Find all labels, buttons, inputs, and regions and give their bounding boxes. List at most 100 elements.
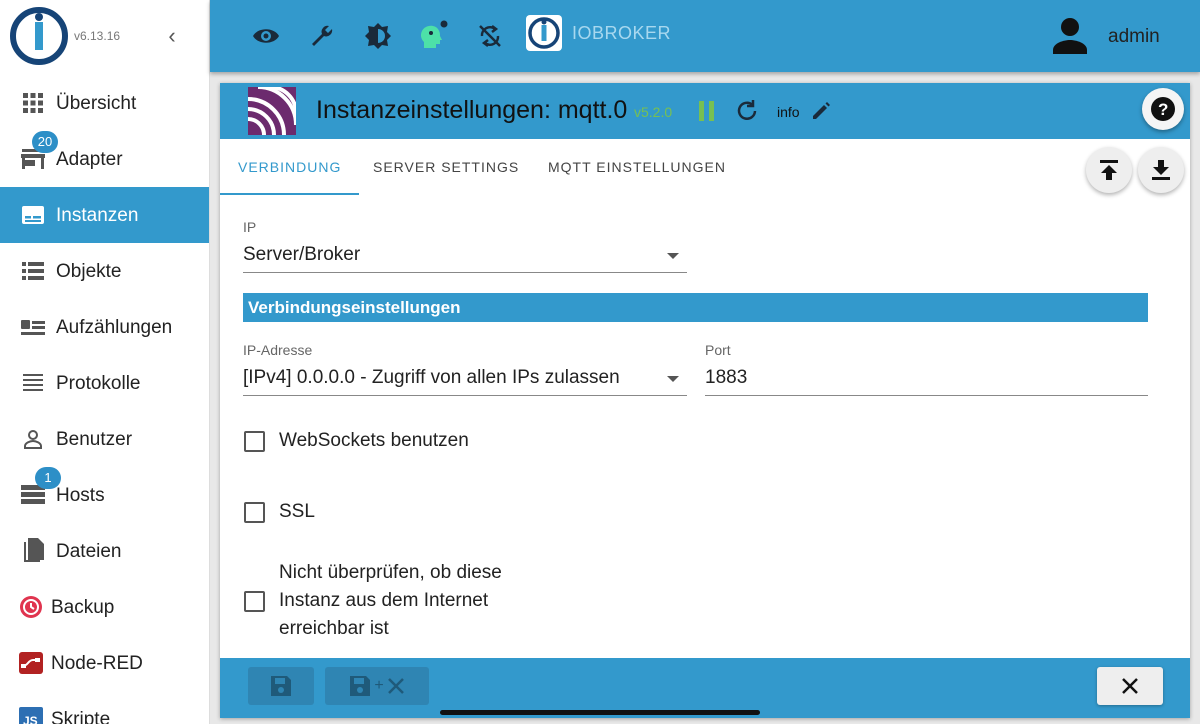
ip-address-label: IP-Adresse	[243, 342, 313, 358]
log-icon	[20, 371, 46, 395]
instance-settings-dialog: Instanzeinstellungen: mqtt.0 v5.2.0 info…	[220, 83, 1190, 718]
section-header: Verbindungseinstellungen	[243, 293, 1148, 322]
tab-mqtt-einstellungen[interactable]: MQTT EINSTELLUNGEN	[530, 139, 744, 195]
sidebar-item-label: Dateien	[56, 541, 122, 562]
info-label: info	[777, 104, 800, 120]
sidebar-item-label: Skripte	[51, 709, 111, 724]
user-icon	[20, 427, 46, 451]
sidebar: v6.13.16 ‹ Übersicht 20 Adapter Instanze…	[0, 0, 210, 724]
ip-address-value: [IPv4] 0.0.0.0 - Zugriff von allen IPs z…	[243, 367, 620, 388]
sidebar-item-adapter[interactable]: 20 Adapter	[0, 131, 209, 187]
ssl-label: SSL	[279, 501, 315, 522]
no-internet-check-label-line1: Nicht überprüfen, ob diese	[279, 562, 502, 583]
tab-verbindung[interactable]: VERBINDUNG	[220, 139, 360, 195]
no-internet-check-checkbox[interactable]	[244, 591, 265, 612]
user-avatar-icon[interactable]	[1050, 16, 1090, 56]
sidebar-item-label: Backup	[51, 597, 115, 618]
eye-icon[interactable]	[250, 20, 282, 52]
ip-type-select[interactable]: Server/Broker	[243, 239, 687, 273]
save-icon	[271, 676, 291, 696]
iobroker-logo-small	[526, 15, 562, 51]
tab-server-settings[interactable]: SERVER SETTINGS	[355, 139, 537, 195]
sidebar-item-label: Objekte	[56, 261, 122, 282]
sync-off-icon[interactable]	[474, 20, 506, 52]
sidebar-item-label: Protokolle	[56, 373, 141, 394]
sidebar-item-label: Aufzählungen	[56, 317, 173, 338]
upload-icon	[1100, 160, 1118, 180]
edit-pencil-icon[interactable]	[810, 100, 832, 122]
help-question-icon: ?	[1151, 97, 1175, 121]
dropdown-arrow-icon	[667, 253, 679, 259]
enums-icon	[20, 315, 46, 339]
sidebar-item-aufzaehlungen[interactable]: Aufzählungen	[0, 299, 209, 355]
user-name[interactable]: admin	[1108, 26, 1160, 48]
collapse-sidebar-chevron-icon[interactable]: ‹	[160, 22, 184, 50]
port-label: Port	[705, 342, 731, 358]
help-button[interactable]: ?	[1142, 88, 1184, 130]
save-button[interactable]	[248, 667, 314, 705]
sidebar-item-uebersicht[interactable]: Übersicht	[0, 75, 209, 131]
sidebar-header: v6.13.16 ‹	[0, 0, 209, 72]
adapter-version: v5.2.0	[634, 104, 673, 120]
node-red-icon	[18, 651, 44, 675]
sidebar-item-benutzer[interactable]: Benutzer	[0, 411, 209, 467]
plus-icon: +	[374, 677, 384, 694]
ip-address-select[interactable]: [IPv4] 0.0.0.0 - Zugriff von allen IPs z…	[243, 362, 687, 396]
dialog-title: Instanzeinstellungen: mqtt.0	[316, 96, 628, 124]
mqtt-adapter-logo	[248, 87, 296, 135]
download-icon	[1152, 160, 1170, 180]
sidebar-item-dateien[interactable]: Dateien	[0, 523, 209, 579]
files-icon	[20, 538, 46, 563]
sidebar-item-label: Benutzer	[56, 429, 133, 450]
home-indicator-bar	[440, 710, 760, 715]
adapter-update-badge: 20	[32, 131, 58, 153]
close-button[interactable]	[1097, 667, 1163, 705]
dialog-header: Instanzeinstellungen: mqtt.0 v5.2.0 info…	[220, 83, 1190, 139]
save-icon	[350, 676, 371, 696]
close-icon	[387, 678, 404, 694]
sidebar-item-hosts[interactable]: 1 Hosts	[0, 467, 209, 523]
expert-mode-icon[interactable]	[418, 20, 450, 52]
grid-icon	[20, 91, 46, 115]
sidebar-item-protokolle[interactable]: Protokolle	[0, 355, 209, 411]
ip-type-label: IP	[243, 219, 257, 235]
port-input[interactable]: 1883	[705, 362, 1148, 396]
svg-text:JS: JS	[23, 714, 38, 724]
pause-icon[interactable]	[696, 99, 718, 123]
sidebar-item-instanzen[interactable]: Instanzen	[0, 187, 209, 243]
close-icon	[1122, 678, 1138, 694]
sidebar-item-skripte[interactable]: JS Skripte	[0, 691, 209, 724]
dialog-footer: +	[220, 658, 1190, 718]
theme-icon[interactable]	[362, 20, 394, 52]
sidebar-item-label: Instanzen	[56, 205, 139, 226]
no-internet-check-label-line2: Instanz aus dem Internet	[279, 590, 489, 611]
websockets-label: WebSockets benutzen	[279, 430, 469, 451]
port-value: 1883	[705, 367, 748, 388]
sidebar-item-label: Übersicht	[56, 93, 137, 114]
dropdown-arrow-icon	[667, 376, 679, 382]
no-internet-check-label-line3: erreichbar ist	[279, 618, 389, 639]
iobroker-logo[interactable]	[9, 6, 69, 66]
reload-icon[interactable]	[734, 98, 760, 124]
instances-icon	[20, 203, 46, 227]
sidebar-item-label: Hosts	[56, 485, 105, 506]
sidebar-item-label: Node-RED	[51, 653, 143, 674]
download-config-button[interactable]	[1138, 147, 1184, 193]
wrench-icon[interactable]	[306, 20, 338, 52]
top-toolbar: IOBROKER admin	[210, 0, 1200, 72]
ssl-checkbox[interactable]	[244, 502, 265, 523]
list-icon	[20, 259, 46, 283]
sidebar-item-node-red[interactable]: Node-RED	[0, 635, 209, 691]
websockets-checkbox[interactable]	[244, 431, 265, 452]
brand-name: IOBROKER	[572, 23, 672, 43]
backup-icon	[18, 595, 44, 619]
sidebar-item-backup[interactable]: Backup	[0, 579, 209, 635]
scripts-icon: JS	[18, 707, 44, 724]
save-and-close-button[interactable]: +	[325, 667, 429, 705]
sidebar-item-objekte[interactable]: Objekte	[0, 243, 209, 299]
app-version: v6.13.16	[74, 29, 121, 43]
svg-text:?: ?	[1158, 100, 1168, 119]
sidebar-item-label: Adapter	[56, 149, 123, 170]
upload-config-button[interactable]	[1086, 147, 1132, 193]
settings-tabs: VERBINDUNG SERVER SETTINGS MQTT EINSTELL…	[220, 139, 1190, 195]
